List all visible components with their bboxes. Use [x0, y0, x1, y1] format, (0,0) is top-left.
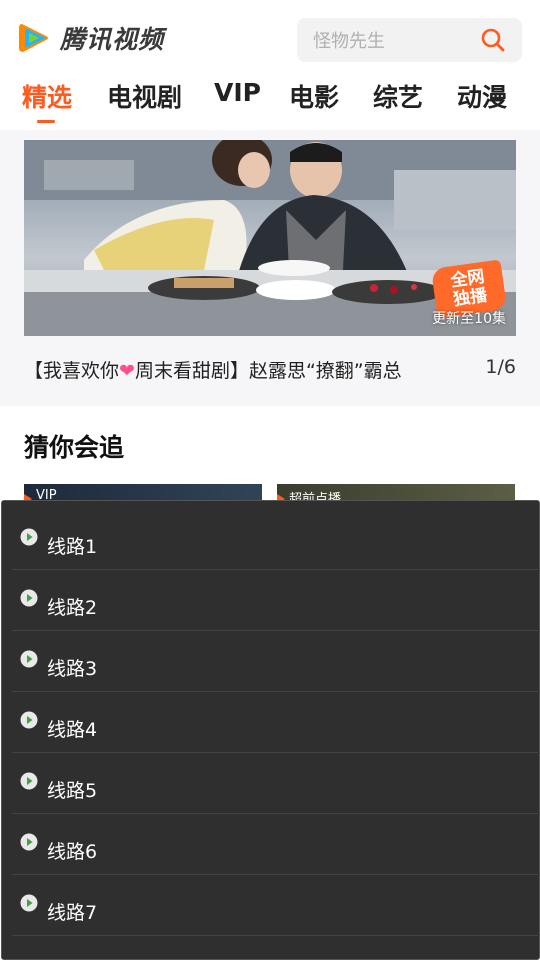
- banner-caption-end: 周末看甜剧】赵露思“撩翻”霸总: [134, 360, 402, 382]
- route-option-1[interactable]: 线路1: [12, 509, 540, 570]
- banner-page-indicator: 1/6: [485, 356, 516, 378]
- tab-featured[interactable]: 精选: [22, 78, 72, 114]
- play-circle-icon: [20, 528, 38, 546]
- route-option-4[interactable]: 线路4: [12, 692, 540, 753]
- play-circle-icon: [20, 772, 38, 790]
- route-label: 线路4: [47, 719, 98, 741]
- route-label: 线路3: [47, 658, 98, 680]
- route-option-2[interactable]: 线路2: [12, 570, 540, 631]
- active-tab-indicator: [37, 120, 55, 123]
- heart-icon: ❤: [119, 360, 135, 382]
- search-icon[interactable]: [480, 27, 506, 53]
- tab-movies[interactable]: 电影: [289, 78, 339, 114]
- search-box[interactable]: 怪物先生: [297, 18, 522, 62]
- tab-variety[interactable]: 综艺: [373, 78, 423, 114]
- play-circle-icon: [20, 650, 38, 668]
- route-label: 线路6: [47, 841, 98, 863]
- app-name: 腾讯视频: [60, 25, 165, 54]
- tab-vip[interactable]: VIP: [214, 78, 261, 107]
- banner-caption-start: 【我喜欢你: [24, 360, 120, 382]
- tab-anime[interactable]: 动漫: [457, 78, 507, 114]
- route-option-6[interactable]: 线路6: [12, 814, 540, 875]
- app-header: 腾讯视频 怪物先生: [0, 0, 540, 78]
- app-logo[interactable]: 腾讯视频: [16, 20, 164, 56]
- route-option-7[interactable]: 线路7: [12, 875, 540, 936]
- search-placeholder[interactable]: 怪物先生: [313, 27, 480, 53]
- route-label: 线路5: [47, 780, 98, 802]
- tencent-video-logo-icon: [19, 24, 48, 52]
- play-circle-icon: [20, 711, 38, 729]
- category-tabs: 精选 电视剧 VIP 电影 综艺 动漫: [0, 78, 540, 130]
- route-option-3[interactable]: 线路3: [12, 631, 540, 692]
- play-circle-icon: [20, 833, 38, 851]
- banner-carousel: 全网 独播 更新至10集 【我喜欢你❤周末看甜剧】赵露思“撩翻”霸总 1/6: [0, 130, 540, 406]
- route-label: 线路7: [47, 902, 98, 924]
- episode-update-tag: 更新至10集: [432, 311, 506, 327]
- banner-caption[interactable]: 【我喜欢你❤周末看甜剧】赵露思“撩翻”霸总: [24, 356, 402, 383]
- route-label: 线路1: [47, 536, 98, 558]
- route-option-5[interactable]: 线路5: [12, 753, 540, 814]
- route-selection-dialog: 线路1 线路2 线路3 线路4 线路5 线路6 线路7: [1, 500, 540, 960]
- section-title: 猜你会追: [24, 433, 125, 462]
- tab-tv-series[interactable]: 电视剧: [107, 78, 182, 114]
- route-label: 线路2: [47, 597, 98, 619]
- play-circle-icon: [20, 589, 38, 607]
- banner-image[interactable]: 全网 独播 更新至10集: [24, 140, 516, 336]
- play-circle-icon: [20, 894, 38, 912]
